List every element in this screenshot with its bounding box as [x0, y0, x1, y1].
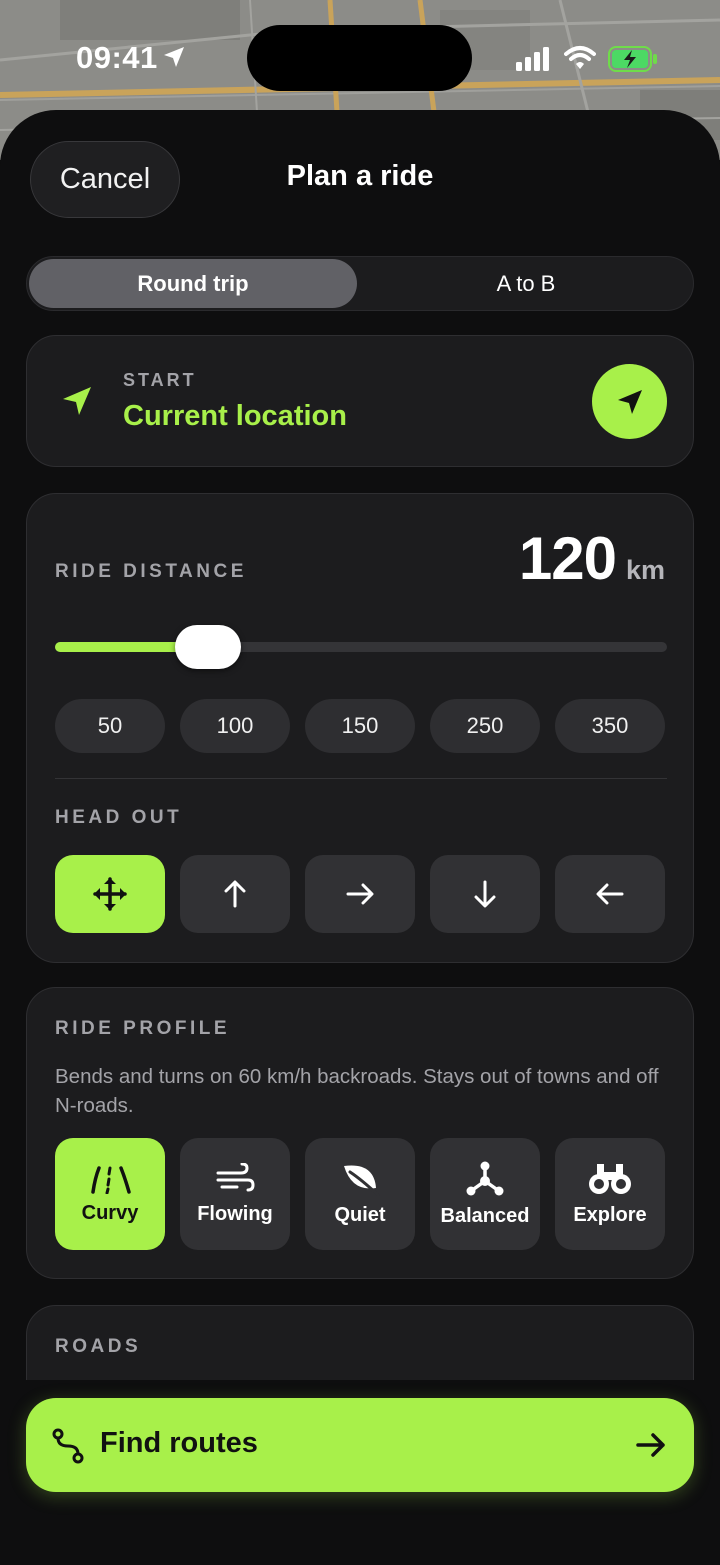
- find-routes-button[interactable]: Find routes: [26, 1398, 694, 1492]
- divider: [55, 778, 667, 779]
- route-icon: [52, 1428, 84, 1464]
- ride-profile-options: Curvy Flowing Quiet Balanced Explore: [55, 1138, 667, 1250]
- find-routes-label: Find routes: [100, 1427, 258, 1459]
- profile-quiet-button[interactable]: Quiet: [305, 1138, 415, 1250]
- north-arrow-icon: [224, 880, 246, 908]
- location-services-icon: [164, 47, 184, 67]
- head-out-label: HEAD OUT: [55, 807, 183, 828]
- profile-flowing-label: Flowing: [197, 1202, 273, 1225]
- profile-explore-button[interactable]: Explore: [555, 1138, 665, 1250]
- arrow-right-icon: [636, 1433, 665, 1457]
- nodes-icon: [466, 1161, 504, 1195]
- ride-profile-description: Bends and turns on 60 km/h backroads. St…: [55, 1065, 659, 1117]
- distance-readout: 120 km: [519, 524, 665, 593]
- cellular-signal-icon: [516, 47, 549, 71]
- battery-charging-icon: [608, 46, 657, 72]
- head-out-east-button[interactable]: [305, 855, 415, 933]
- south-arrow-icon: [474, 880, 496, 908]
- distance-slider-thumb[interactable]: [175, 625, 241, 669]
- ride-distance-label: RIDE DISTANCE: [55, 561, 247, 582]
- any-direction-icon: [93, 877, 127, 911]
- profile-curvy-button[interactable]: Curvy: [55, 1138, 165, 1250]
- roads-label: ROADS: [55, 1336, 142, 1357]
- wind-icon: [216, 1162, 255, 1191]
- trip-type-control: Round trip A to B: [26, 256, 694, 311]
- east-arrow-icon: [346, 883, 374, 905]
- binoculars-icon: [589, 1163, 631, 1194]
- ride-profile-label: RIDE PROFILE: [55, 1018, 231, 1039]
- profile-balanced-button[interactable]: Balanced: [430, 1138, 540, 1250]
- start-location-card[interactable]: START Current location: [26, 335, 694, 467]
- head-out-any-button[interactable]: [55, 855, 165, 933]
- head-out-options: [55, 855, 667, 933]
- tab-a-to-b[interactable]: A to B: [361, 259, 691, 308]
- start-value: Current location: [123, 400, 347, 432]
- curvy-road-icon: [91, 1165, 131, 1194]
- distance-unit: km: [625, 555, 665, 585]
- head-out-south-button[interactable]: [430, 855, 540, 933]
- distance-preset-150[interactable]: 150: [305, 699, 415, 753]
- tab-round-trip[interactable]: Round trip: [29, 259, 357, 308]
- plan-ride-sheet: Cancel Plan a ride Round trip A to B STA…: [0, 110, 720, 1565]
- distance-slider-track[interactable]: [55, 642, 667, 652]
- head-out-north-button[interactable]: [180, 855, 290, 933]
- profile-balanced-label: Balanced: [440, 1204, 530, 1227]
- ride-profile-card: RIDE PROFILE Bends and turns on 60 km/h …: [26, 987, 694, 1279]
- distance-preset-100[interactable]: 100: [180, 699, 290, 753]
- status-bar: 09:41: [0, 0, 720, 115]
- page-title: Plan a ride: [286, 160, 434, 192]
- ride-distance-card: RIDE DISTANCE 120 km 50 100 150 250 350 …: [26, 493, 694, 963]
- profile-curvy-label: Curvy: [81, 1201, 139, 1224]
- distance-preset-350[interactable]: 350: [555, 699, 665, 753]
- profile-flowing-button[interactable]: Flowing: [180, 1138, 290, 1250]
- navigation-arrow-icon: [617, 389, 642, 414]
- start-label: START: [123, 370, 197, 390]
- use-current-location-button[interactable]: [592, 364, 667, 439]
- location-arrow-icon: [63, 387, 91, 415]
- head-out-west-button[interactable]: [555, 855, 665, 933]
- profile-explore-label: Explore: [573, 1203, 647, 1226]
- dynamic-island: [247, 25, 472, 91]
- profile-quiet-label: Quiet: [334, 1203, 386, 1226]
- wifi-icon: [564, 46, 596, 69]
- leaf-icon: [344, 1164, 380, 1196]
- status-time: 09:41: [76, 40, 158, 75]
- distance-preset-250[interactable]: 250: [430, 699, 540, 753]
- distance-presets: 50 100 150 250 350: [55, 699, 667, 753]
- distance-preset-50[interactable]: 50: [55, 699, 165, 753]
- west-arrow-icon: [596, 883, 624, 905]
- distance-value: 120: [518, 525, 617, 592]
